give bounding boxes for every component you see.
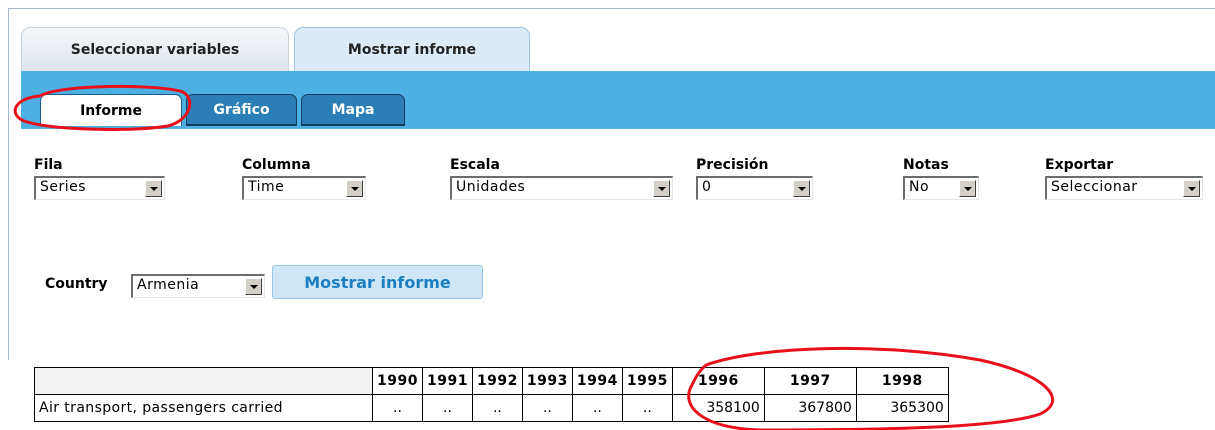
precision-label: Precisión (696, 157, 769, 173)
year-header: 1992 (471, 367, 523, 395)
table-cell: 365300 (855, 394, 949, 422)
show-report-button[interactable]: Mostrar informe (272, 265, 483, 299)
chevron-down-icon[interactable] (145, 180, 162, 197)
year-header: 1990 (372, 367, 423, 395)
subtab-report[interactable]: Informe (40, 94, 182, 126)
notes-select-value: No (909, 179, 930, 195)
table-header-row: 1990 1991 1992 1993 1994 1995 1996 1997 … (34, 367, 949, 395)
column-select-value: Time (248, 179, 285, 195)
year-header: 1997 (763, 367, 857, 395)
year-header: 1994 (571, 367, 623, 395)
scale-label: Escala (450, 157, 500, 173)
notes-select[interactable]: No (903, 176, 979, 200)
scale-select[interactable]: Unidades (450, 176, 673, 200)
tab-show-report[interactable]: Mostrar informe (294, 27, 530, 71)
subtab-map[interactable]: Mapa (301, 94, 405, 126)
notes-label: Notas (903, 157, 949, 173)
country-label: Country (45, 276, 108, 292)
row-label: Fila (34, 157, 63, 173)
year-header: 1993 (521, 367, 573, 395)
table-corner-cell (34, 367, 373, 395)
year-header: 1996 (671, 367, 765, 395)
table-cell: .. (372, 394, 423, 422)
export-select[interactable]: Seleccionar (1045, 176, 1203, 200)
country-select[interactable]: Armenia (131, 274, 265, 298)
table-cell: .. (471, 394, 523, 422)
column-select[interactable]: Time (242, 176, 366, 200)
tab-select-variables[interactable]: Seleccionar variables (21, 27, 289, 71)
chevron-down-icon[interactable] (346, 180, 363, 197)
scale-select-value: Unidades (456, 179, 526, 195)
row-select[interactable]: Series (34, 176, 165, 200)
export-label: Exportar (1045, 157, 1114, 173)
precision-select[interactable]: 0 (696, 176, 813, 200)
chevron-down-icon[interactable] (653, 180, 670, 197)
row-select-value: Series (40, 179, 87, 195)
table-cell: .. (571, 394, 623, 422)
chevron-down-icon[interactable] (1183, 180, 1200, 197)
chevron-down-icon[interactable] (245, 278, 262, 295)
precision-select-value: 0 (702, 179, 712, 195)
year-header: 1991 (421, 367, 473, 395)
table-cell: .. (421, 394, 473, 422)
table-cell: .. (521, 394, 573, 422)
row-header-cell: Air transport, passengers carried (34, 394, 373, 422)
country-select-value: Armenia (137, 277, 200, 293)
table-cell: .. (621, 394, 673, 422)
year-header: 1998 (855, 367, 949, 395)
data-table: 1990 1991 1992 1993 1994 1995 1996 1997 … (34, 367, 949, 422)
table-row: Air transport, passengers carried .. .. … (34, 394, 949, 422)
export-select-value: Seleccionar (1051, 179, 1138, 195)
subtab-chart[interactable]: Gráfico (186, 94, 297, 126)
chevron-down-icon[interactable] (959, 180, 976, 197)
table-cell: 367800 (763, 394, 857, 422)
table-cell: 358100 (671, 394, 765, 422)
year-header: 1995 (621, 367, 673, 395)
chevron-down-icon[interactable] (793, 180, 810, 197)
column-label: Columna (242, 157, 311, 173)
